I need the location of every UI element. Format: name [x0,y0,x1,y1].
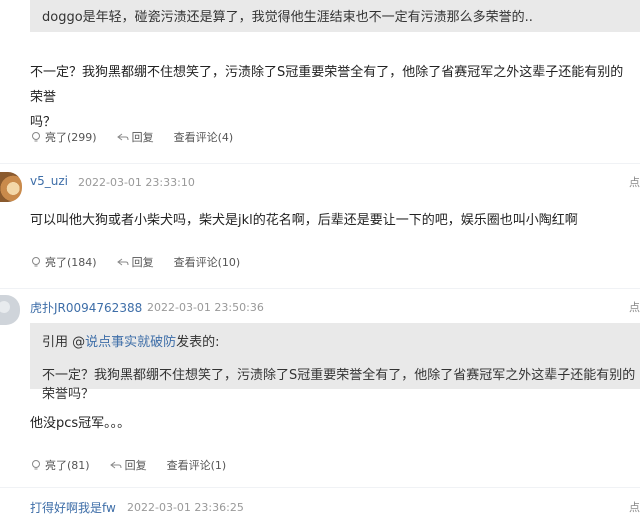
comment-actions: 亮了(299) 回复 查看评论(4) [30,129,253,145]
reply-label: 回复 [131,131,154,144]
comment-1: doggo是年轻，碰瓷污渍还是算了，我觉得他生涯结束也不一定有污渍那么多荣誉的.… [0,0,640,163]
lightbulb-icon [32,132,40,142]
reply-label: 回复 [131,256,154,269]
reply-icon [116,133,129,141]
like-button[interactable]: 亮了(299) [30,129,97,145]
view-replies-label: 查看评论(4) [173,131,234,144]
lightbulb-icon [32,257,40,267]
timestamp: 2022-03-01 23:33:10 [78,176,195,189]
reply-icon [116,258,129,266]
reply-button[interactable]: 回复 [109,457,147,473]
like-label: 亮了(81) [45,459,90,472]
avatar[interactable] [0,295,20,325]
comment-body-line-1: 不一定？我狗黑都绷不住想笑了，污渍除了S冠重要荣誉全有了，他除了省赛冠军之外这辈… [30,65,624,105]
view-replies-link[interactable]: 查看评论(10) [174,254,241,270]
view-replies-label: 查看评论(10) [173,256,241,269]
comment-2: v5_uzi 2022-03-01 23:33:10 点 可以叫他大狗或者小柴犬… [0,164,640,288]
corner-action[interactable]: 点 [629,174,640,190]
reply-icon [109,461,122,469]
username[interactable]: 打得好啊我是fw [30,499,116,515]
like-label: 亮了(184) [45,256,97,269]
like-label: 亮了(299) [45,131,97,144]
view-replies-label: 查看评论(1) [166,459,227,472]
quote-suffix: 发表的: [176,335,220,350]
quote-box: doggo是年轻，碰瓷污渍还是算了，我觉得他生涯结束也不一定有污渍那么多荣誉的.… [30,0,640,32]
like-button[interactable]: 亮了(81) [30,457,90,473]
reply-button[interactable]: 回复 [116,254,154,270]
reply-button[interactable]: 回复 [116,129,154,145]
comment-3: 虎扑JR0094762388 2022-03-01 23:50:36 点 引用 … [0,289,640,487]
quote-text: 不一定？我狗黑都绷不住想笑了，污渍除了S冠重要荣誉全有了，他除了省赛冠军之外这辈… [42,368,636,402]
username[interactable]: v5_uzi [30,174,68,188]
timestamp: 2022-03-01 23:36:25 [127,501,244,514]
quoted-user-link[interactable]: 说点事实就破防 [85,335,176,350]
corner-action[interactable]: 点 [629,499,640,515]
comment-body: 可以叫他大狗或者小柴犬吗，柴犬是jkl的花名啊，后辈还是要让一下的吧，娱乐圈也叫… [30,213,578,228]
comment-actions: 亮了(81) 回复 查看评论(1) [30,457,246,473]
username[interactable]: 虎扑JR0094762388 [30,299,142,316]
view-replies-link[interactable]: 查看评论(4) [174,129,234,145]
comment-actions: 亮了(184) 回复 查看评论(10) [30,254,260,270]
timestamp: 2022-03-01 23:50:36 [147,301,264,314]
quote-text: doggo是年轻，碰瓷污渍还是算了，我觉得他生涯结束也不一定有污渍那么多荣誉的.… [42,10,533,25]
quote-prefix: 引用 @ [42,335,86,350]
corner-action[interactable]: 点 [629,299,640,315]
view-replies-link[interactable]: 查看评论(1) [167,457,227,473]
avatar[interactable] [0,172,22,202]
quote-box: 引用 @说点事实就破防发表的: 不一定？我狗黑都绷不住想笑了，污渍除了S冠重要荣… [30,323,640,402]
comment-body: 他没pcs冠军。。。 [30,416,131,431]
comment-4: 打得好啊我是fw 2022-03-01 23:36:25 点 [0,488,640,515]
lightbulb-icon [32,460,40,470]
reply-label: 回复 [124,459,147,472]
like-button[interactable]: 亮了(184) [30,254,97,270]
quote-header: 引用 @说点事实就破防发表的: [42,331,640,350]
comment-body: 不一定？我狗黑都绷不住想笑了，污渍除了S冠重要荣誉全有了，他除了省赛冠军之外这辈… [30,60,630,135]
